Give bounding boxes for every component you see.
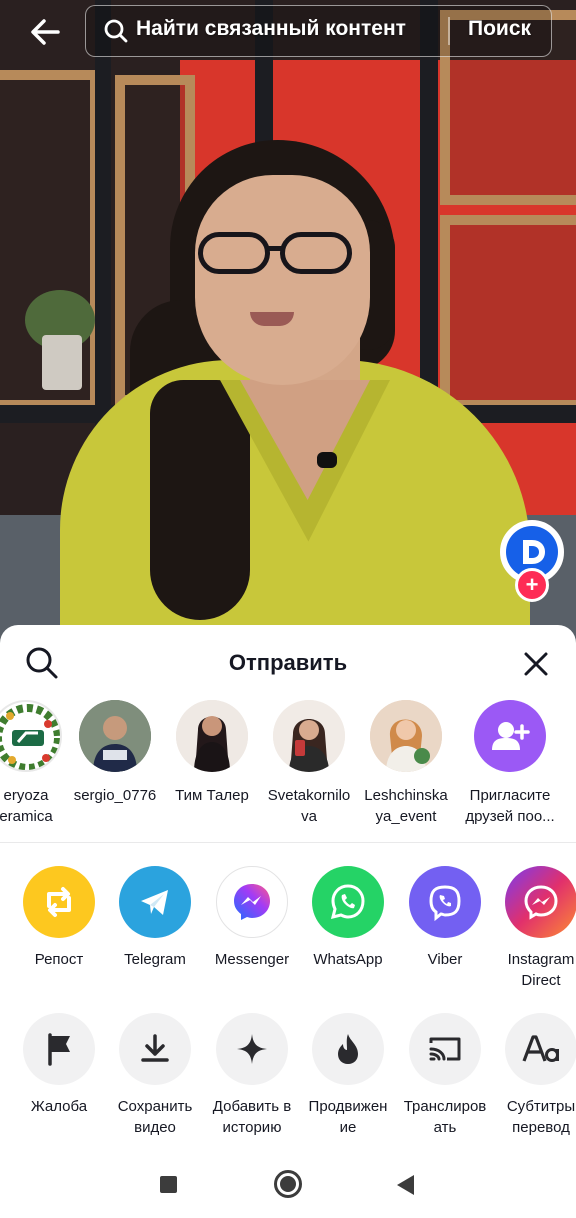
telegram-icon: [119, 866, 191, 938]
viber-icon: [409, 866, 481, 938]
cast-icon: [409, 1013, 481, 1085]
back-icon[interactable]: [397, 1175, 414, 1195]
avatar: [273, 700, 345, 772]
search-divider: [448, 17, 450, 45]
instagram-direct-icon: [505, 866, 576, 938]
whatsapp-icon: [312, 866, 384, 938]
home-dot: [280, 1176, 296, 1192]
video-player[interactable]: [0, 0, 576, 660]
avatar: [370, 700, 442, 772]
close-icon[interactable]: [518, 646, 554, 682]
repost-icon: [23, 866, 95, 938]
search-input[interactable]: Найти связанный контент: [136, 17, 406, 41]
divider: [0, 842, 576, 843]
avatar: [176, 700, 248, 772]
action-label: Субтитры перевод: [506, 1098, 576, 1136]
app-label: WhatsApp: [313, 951, 383, 968]
app-label: Telegram: [124, 951, 186, 968]
flag-icon: [23, 1013, 95, 1085]
app-label: Messenger: [214, 951, 290, 968]
invite-friends-label: Пригласите друзей поо...: [465, 787, 555, 825]
app-label: Репост: [34, 951, 84, 968]
action-label: Транслиров ать: [403, 1098, 487, 1136]
follow-plus-button[interactable]: +: [515, 568, 549, 602]
sparkle-icon: [216, 1013, 288, 1085]
action-label: Сохранить видео: [117, 1098, 193, 1136]
contact-name: Тим Талер: [175, 787, 249, 804]
font-aa-icon: [505, 1013, 576, 1085]
back-arrow-icon[interactable]: [26, 12, 66, 52]
app-label: Instagram Direct: [507, 951, 575, 989]
avatar: [79, 700, 151, 772]
messenger-icon: [216, 866, 288, 938]
flame-icon: [312, 1013, 384, 1085]
contact-name: Leshchinska ya_event: [364, 787, 448, 825]
search-icon: [104, 19, 128, 43]
invite-friends-icon: [474, 700, 546, 772]
contact-name: sergio_0776: [73, 787, 157, 804]
recent-apps-icon[interactable]: [160, 1176, 177, 1193]
action-label: Продвижен ие: [308, 1098, 388, 1136]
app-label: Viber: [427, 951, 463, 968]
contact-name: Svetakornilo va: [267, 787, 351, 825]
action-label: Жалоба: [30, 1098, 88, 1115]
action-label: Добавить в историю: [212, 1098, 292, 1136]
creator-logo-icon: [523, 540, 545, 564]
download-icon: [119, 1013, 191, 1085]
share-sheet-title: Отправить: [228, 650, 348, 675]
search-button[interactable]: Поиск: [468, 17, 531, 41]
